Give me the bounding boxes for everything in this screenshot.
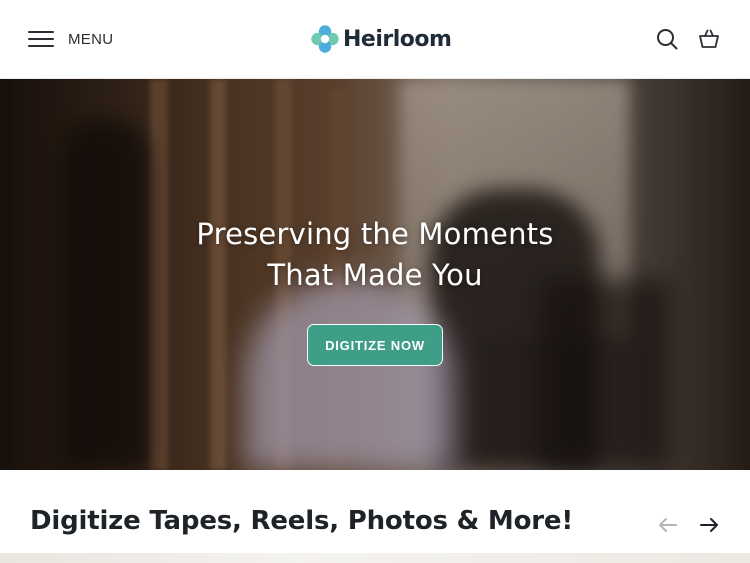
hamburger-icon — [28, 29, 54, 49]
carousel-prev-button[interactable] — [656, 513, 680, 537]
menu-label: MENU — [68, 30, 114, 48]
hero-title-line-1: Preserving the Moments — [196, 217, 554, 251]
section-title: Digitize Tapes, Reels, Photos & More! — [30, 506, 573, 536]
cart-button[interactable] — [697, 27, 721, 51]
flower-logo-icon — [311, 25, 339, 53]
search-icon — [657, 29, 678, 50]
logo-text: Heirloom — [343, 26, 452, 52]
logo[interactable]: Heirloom — [309, 22, 452, 56]
menu-button[interactable]: MENU — [28, 26, 113, 52]
arrow-left-icon — [659, 518, 677, 532]
search-button[interactable] — [655, 27, 679, 51]
arrow-right-icon — [700, 518, 718, 532]
hero-title-line-2: That Made You — [267, 258, 483, 292]
digitize-now-button[interactable]: DIGITIZE NOW — [307, 324, 443, 366]
site-header: MENU Heirloom — [0, 0, 750, 79]
cart-icon — [699, 29, 719, 48]
carousel-content-peek — [0, 553, 750, 563]
carousel-next-button[interactable] — [697, 513, 721, 537]
hero-banner: Preserving the Moments That Made You DIG… — [0, 79, 750, 470]
hero-title: Preserving the Moments That Made You — [0, 214, 750, 296]
